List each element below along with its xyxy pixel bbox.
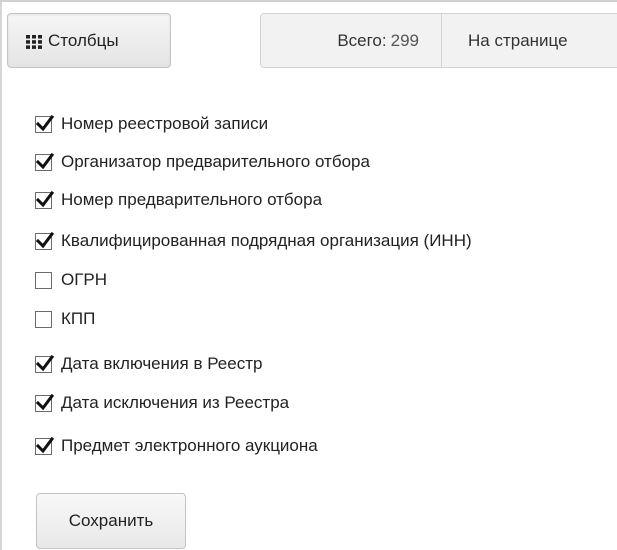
per-page-label: На странице: [468, 30, 568, 50]
columns-button-label: Столбцы: [48, 30, 119, 50]
checkbox-checked[interactable]: [35, 190, 55, 209]
column-option-label: КПП: [61, 309, 96, 328]
column-option[interactable]: ОГРН: [35, 266, 615, 294]
column-option[interactable]: Дата исключения из Реестра: [35, 389, 615, 417]
checkbox-checked[interactable]: [35, 231, 55, 250]
checkbox-unchecked[interactable]: [35, 310, 52, 328]
save-button[interactable]: Сохранить: [36, 493, 186, 549]
column-option-label: Квалифицированная подрядная организация …: [61, 231, 472, 250]
column-option-label: Предмет электронного аукциона: [61, 436, 318, 455]
column-option-label: Организатор предварительного отбора: [61, 152, 370, 171]
column-option-label: Номер предварительного отбора: [61, 190, 323, 209]
column-option[interactable]: КПП: [35, 305, 615, 333]
toolbar: Столбцы Всего: 299 На странице: [0, 0, 617, 70]
column-option-label: Дата исключения из Реестра: [61, 393, 290, 412]
checkbox-unchecked[interactable]: [35, 271, 52, 289]
panel-left-border: [0, 0, 2, 550]
column-option-label: Дата включения в Реестр: [61, 354, 263, 373]
column-option[interactable]: Дата включения в Реестр: [35, 350, 615, 378]
total-label: Всего:: [337, 30, 387, 50]
checkbox-checked[interactable]: [35, 393, 55, 412]
column-option[interactable]: Номер предварительного отбора: [35, 186, 615, 214]
checkbox-checked[interactable]: [35, 436, 55, 455]
column-option[interactable]: Номер реестровой записи: [35, 110, 615, 138]
checkbox-checked[interactable]: [35, 114, 55, 133]
columns-button[interactable]: Столбцы: [7, 13, 171, 68]
column-option[interactable]: Предмет электронного аукциона: [35, 432, 615, 460]
column-option[interactable]: Организатор предварительного отбора: [35, 148, 615, 176]
column-option[interactable]: Квалифицированная подрядная организация …: [35, 227, 615, 255]
total-value: 299: [390, 30, 419, 50]
checkbox-checked[interactable]: [35, 354, 55, 373]
checkbox-checked[interactable]: [35, 152, 55, 171]
column-option-label: ОГРН: [61, 270, 108, 289]
grid-icon: [26, 34, 42, 49]
per-page-selector[interactable]: На странице: [441, 13, 617, 68]
column-option-label: Номер реестровой записи: [61, 114, 269, 133]
total-count: Всего: 299: [260, 13, 442, 68]
